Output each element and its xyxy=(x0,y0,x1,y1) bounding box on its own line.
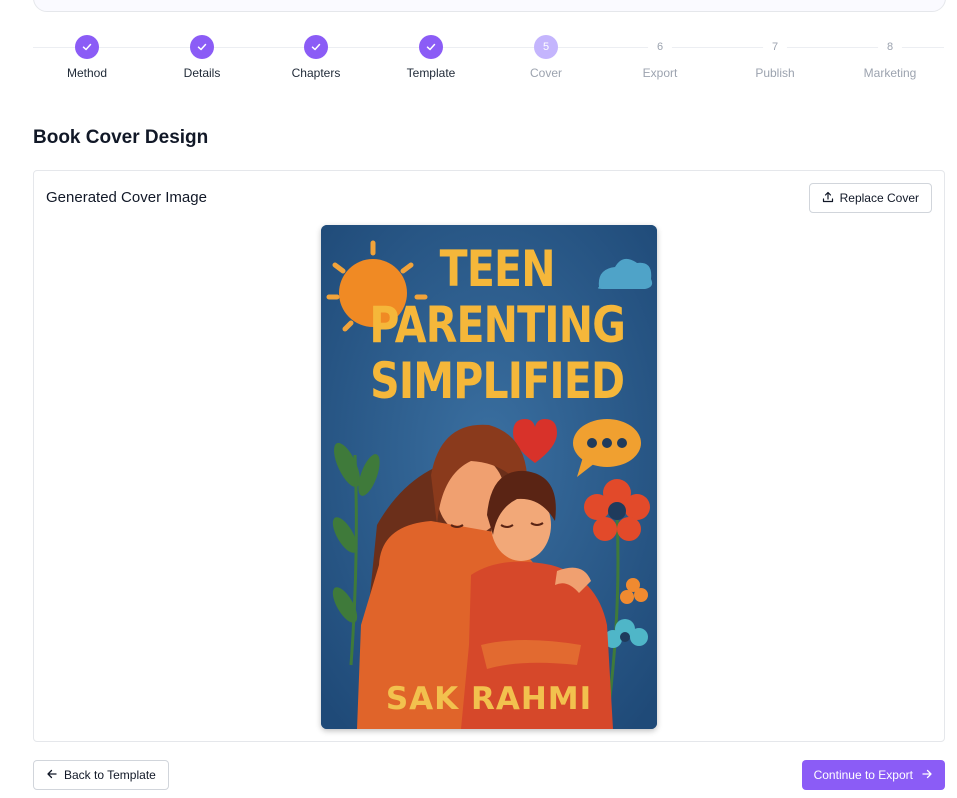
cover-title-line: PARENTING xyxy=(369,296,626,354)
upload-icon xyxy=(822,191,834,206)
step-label: Marketing xyxy=(863,66,917,80)
replace-cover-button[interactable]: Replace Cover xyxy=(808,183,932,213)
check-icon xyxy=(190,35,214,59)
cover-title-line: SIMPLIFIED xyxy=(370,352,625,410)
step-details[interactable]: Details xyxy=(147,34,257,80)
cover-title-line: TEEN xyxy=(439,240,556,298)
check-icon xyxy=(419,35,443,59)
step-publish[interactable]: 7 Publish xyxy=(720,34,830,80)
top-panel xyxy=(33,0,946,12)
step-label: Publish xyxy=(755,66,795,80)
step-number: 7 xyxy=(763,35,787,59)
step-method[interactable]: Method xyxy=(32,34,142,80)
arrow-right-icon xyxy=(921,768,933,783)
step-number: 6 xyxy=(648,35,672,59)
step-label: Details xyxy=(183,66,221,80)
step-number: 5 xyxy=(534,35,558,59)
arrow-left-icon xyxy=(46,768,58,783)
progress-stepper: Method Details Chapters Template 5 Cover… xyxy=(33,34,944,84)
step-label: Method xyxy=(66,66,108,80)
step-chapters[interactable]: Chapters xyxy=(261,34,371,80)
page-title: Book Cover Design xyxy=(33,127,209,148)
replace-cover-label: Replace Cover xyxy=(839,191,919,205)
card-title: Generated Cover Image xyxy=(46,189,207,206)
step-label: Export xyxy=(642,66,678,80)
step-cover[interactable]: 5 Cover xyxy=(491,34,601,80)
cover-title: TEEN PARENTING SIMPLIFIED xyxy=(351,241,627,409)
cover-author: SAK RAHMI xyxy=(385,681,593,717)
step-marketing[interactable]: 8 Marketing xyxy=(835,34,945,80)
check-icon xyxy=(304,35,328,59)
cover-card: Generated Cover Image Replace Cover TEEN… xyxy=(33,170,945,742)
step-label: Chapters xyxy=(291,66,341,80)
continue-to-export-button[interactable]: Continue to Export xyxy=(801,760,945,790)
cover-image: TEEN PARENTING SIMPLIFIED SAK RAHMI xyxy=(321,225,657,729)
step-label: Template xyxy=(406,66,456,80)
step-export[interactable]: 6 Export xyxy=(605,34,715,80)
check-icon xyxy=(75,35,99,59)
continue-label: Continue to Export xyxy=(813,768,913,782)
step-label: Cover xyxy=(529,66,562,80)
step-number: 8 xyxy=(878,35,902,59)
back-label: Back to Template xyxy=(64,768,156,782)
back-to-template-button[interactable]: Back to Template xyxy=(33,760,169,790)
step-template[interactable]: Template xyxy=(376,34,486,80)
